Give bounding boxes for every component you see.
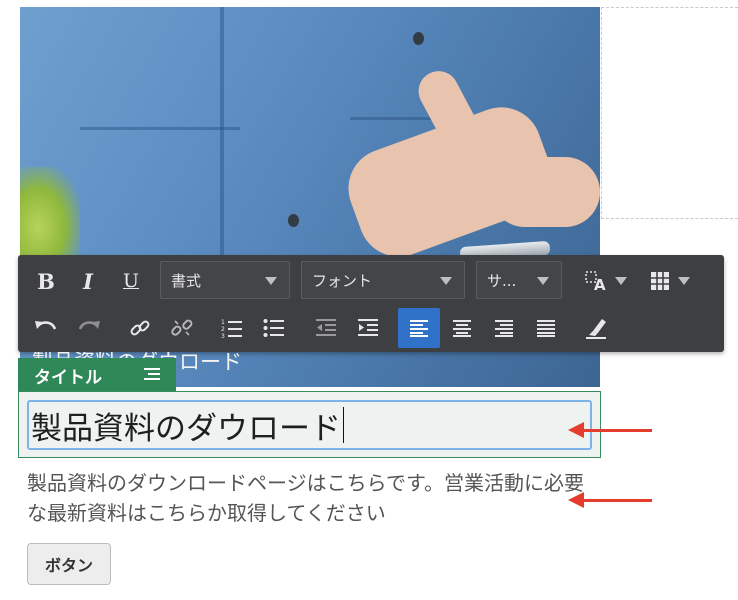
- align-right-button[interactable]: [488, 311, 520, 345]
- title-input[interactable]: 製品資料のダウロード: [27, 400, 592, 450]
- format-select-label: 書式: [171, 271, 202, 290]
- indent-icon: [357, 318, 379, 338]
- table-button[interactable]: [642, 263, 698, 299]
- menu-icon[interactable]: [144, 368, 160, 383]
- chevron-down-icon: [537, 277, 549, 285]
- indent-button[interactable]: [352, 311, 384, 345]
- link-icon: [129, 317, 151, 339]
- svg-text:3: 3: [221, 333, 225, 338]
- size-select[interactable]: サ...: [476, 261, 562, 299]
- ordered-list-button[interactable]: 123: [216, 311, 248, 345]
- clear-format-icon: [584, 317, 608, 339]
- unlink-icon: [171, 317, 193, 339]
- svg-text:A: A: [594, 276, 606, 292]
- chevron-down-icon: [265, 277, 277, 285]
- size-select-label: サ...: [487, 271, 517, 290]
- chevron-down-icon: [440, 277, 452, 285]
- bullet-list-icon: [263, 318, 285, 338]
- photo-hand-back: [490, 157, 600, 227]
- clear-format-button[interactable]: [580, 311, 612, 345]
- rich-text-toolbar: B I U 書式 フォント サ... A 123: [18, 255, 724, 352]
- italic-button[interactable]: I: [74, 263, 102, 299]
- bullet-list-button[interactable]: [258, 311, 290, 345]
- align-left-icon: [409, 319, 429, 337]
- font-select-label: フォント: [312, 271, 373, 290]
- redo-button[interactable]: [73, 311, 105, 345]
- photo-shirt-seam: [220, 7, 224, 267]
- photo-shirt-pocket: [80, 127, 240, 130]
- photo-shirt-button-top: [413, 32, 424, 45]
- title-input-text: 製品資料のダウロード: [31, 410, 341, 447]
- svg-text:1: 1: [221, 319, 225, 326]
- title-block-badge[interactable]: タイトル: [18, 358, 176, 392]
- image-placeholder[interactable]: [601, 7, 738, 219]
- underline-button[interactable]: U: [117, 263, 145, 299]
- align-center-icon: [452, 319, 472, 337]
- chevron-down-icon: [678, 277, 690, 285]
- ordered-list-icon: 123: [221, 318, 243, 338]
- title-block-label: タイトル: [34, 367, 102, 388]
- text-style-button[interactable]: A: [578, 263, 634, 299]
- align-justify-button[interactable]: [530, 311, 562, 345]
- chevron-down-icon: [615, 277, 627, 285]
- photo-shirt-button: [288, 214, 299, 227]
- align-right-icon: [494, 319, 514, 337]
- outdent-icon: [315, 318, 337, 338]
- table-icon: [650, 271, 670, 291]
- outdent-button[interactable]: [310, 311, 342, 345]
- bold-button[interactable]: B: [32, 263, 60, 299]
- description-text[interactable]: 製品資料のダウンロードページはこちらです。営業活動に必要な最新資料はこちらか取得…: [27, 468, 597, 528]
- unlink-button[interactable]: [166, 311, 198, 345]
- align-left-button[interactable]: [398, 308, 440, 348]
- annotation-arrow-description: [568, 492, 652, 508]
- title-block: 製品資料のダウロード: [18, 391, 601, 458]
- text-cursor: [343, 407, 344, 443]
- svg-text:2: 2: [221, 326, 225, 333]
- annotation-arrow-title: [568, 422, 652, 438]
- undo-icon: [34, 318, 58, 338]
- text-style-icon: A: [585, 270, 609, 292]
- format-select[interactable]: 書式: [160, 261, 290, 299]
- align-justify-icon: [536, 319, 556, 337]
- align-center-button[interactable]: [446, 311, 478, 345]
- content-button[interactable]: ボタン: [27, 543, 111, 585]
- link-button[interactable]: [124, 311, 156, 345]
- undo-button[interactable]: [30, 311, 62, 345]
- font-select[interactable]: フォント: [301, 261, 465, 299]
- redo-icon: [77, 318, 101, 338]
